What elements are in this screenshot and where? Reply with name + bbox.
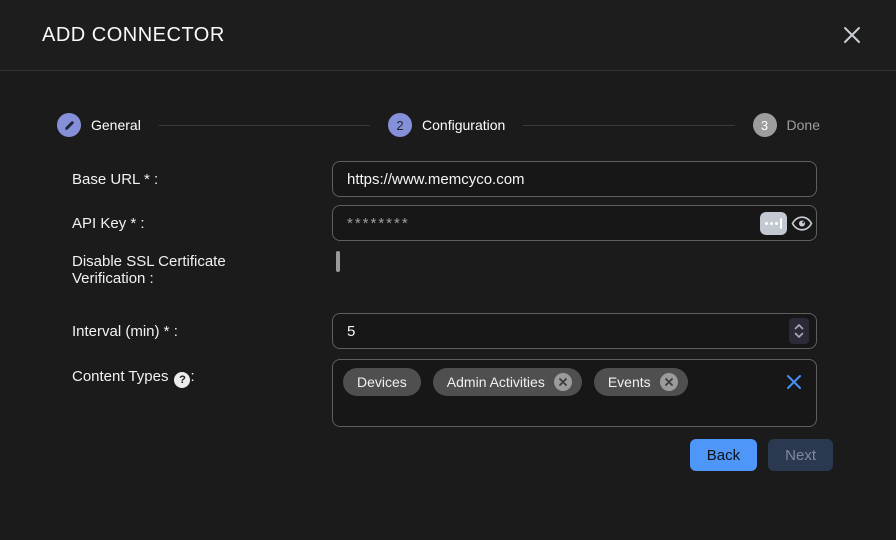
- api-key-input[interactable]: [332, 205, 817, 241]
- base-url-input[interactable]: [332, 161, 817, 197]
- interval-label: Interval (min) * :: [72, 323, 332, 340]
- remove-chip-icon[interactable]: [554, 373, 572, 391]
- pencil-icon: [57, 113, 81, 137]
- add-connector-dialog: ADD CONNECTOR General 2 Configuration 3 …: [0, 0, 896, 540]
- connector-form: Base URL * : API Key * :: [0, 161, 896, 471]
- ssl-row: Disable SSL Certificate Verification :: [72, 253, 896, 299]
- show-password-icon[interactable]: [791, 215, 813, 232]
- api-key-row: API Key * :: [72, 205, 896, 241]
- step-general-label: General: [91, 117, 141, 133]
- edit-value-icon[interactable]: [760, 212, 787, 235]
- stepper-connector: [159, 125, 370, 126]
- clear-all-icon[interactable]: [785, 373, 803, 391]
- dialog-header: ADD CONNECTOR: [0, 0, 896, 71]
- close-icon[interactable]: [838, 21, 866, 49]
- step-general[interactable]: General: [57, 113, 141, 137]
- next-button[interactable]: Next: [768, 439, 833, 471]
- step-2-badge: 2: [388, 113, 412, 137]
- dialog-actions: Back Next: [72, 439, 833, 471]
- ssl-label: Disable SSL Certificate Verification :: [72, 253, 332, 287]
- back-button[interactable]: Back: [690, 439, 757, 471]
- api-key-tools: [760, 205, 813, 241]
- step-configuration[interactable]: 2 Configuration: [388, 113, 505, 137]
- step-configuration-label: Configuration: [422, 117, 505, 133]
- interval-row: Interval (min) * :: [72, 313, 896, 349]
- number-stepper-icon[interactable]: [789, 318, 809, 344]
- chip-events[interactable]: Events: [594, 368, 688, 396]
- content-types-row: Content Types?: Devices Admin Activities…: [72, 359, 896, 427]
- ssl-checkbox[interactable]: [336, 251, 340, 272]
- base-url-row: Base URL * :: [72, 161, 896, 197]
- content-types-label: Content Types?:: [72, 359, 332, 388]
- chip-admin-activities[interactable]: Admin Activities: [433, 368, 582, 396]
- dialog-title: ADD CONNECTOR: [42, 24, 225, 47]
- api-key-label: API Key * :: [72, 215, 332, 232]
- help-icon[interactable]: ?: [174, 372, 190, 388]
- step-done[interactable]: 3 Done: [753, 113, 820, 137]
- content-types-select[interactable]: Devices Admin Activities Events: [332, 359, 817, 427]
- interval-input[interactable]: [332, 313, 817, 349]
- stepper-connector: [523, 125, 734, 126]
- step-done-label: Done: [787, 117, 820, 133]
- wizard-stepper: General 2 Configuration 3 Done: [57, 113, 820, 137]
- chip-devices[interactable]: Devices: [343, 368, 421, 396]
- remove-chip-icon[interactable]: [660, 373, 678, 391]
- base-url-label: Base URL * :: [72, 171, 332, 188]
- step-3-badge: 3: [753, 113, 777, 137]
